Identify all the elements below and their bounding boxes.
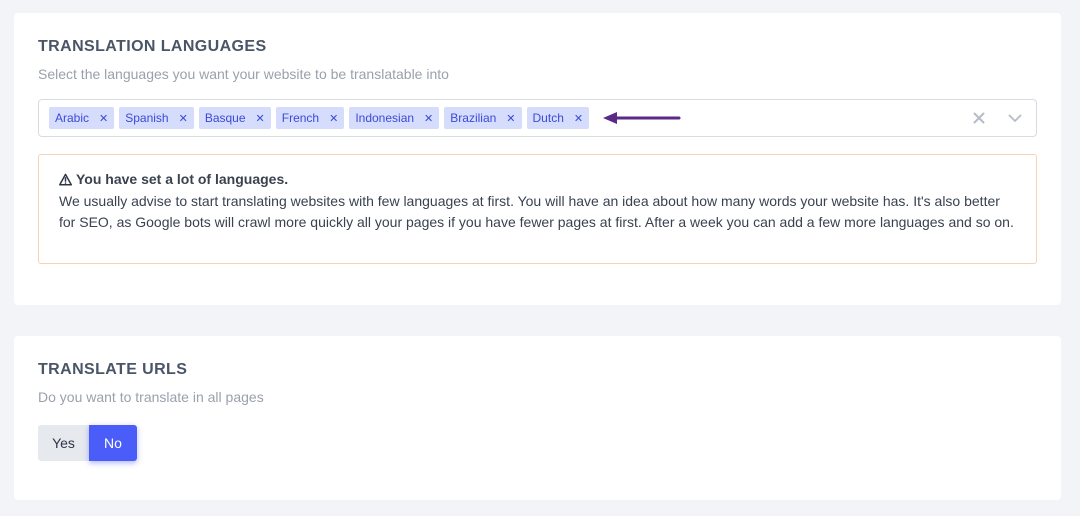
warning-icon bbox=[59, 173, 72, 186]
translate-urls-toggle: Yes No bbox=[38, 425, 138, 461]
remove-french-icon[interactable]: ✕ bbox=[329, 112, 338, 125]
select-controls bbox=[968, 100, 1026, 136]
language-tag-basque: Basque ✕ bbox=[198, 107, 271, 129]
language-tag-label: Indonesian bbox=[355, 111, 415, 125]
language-tag-arabic: Arabic ✕ bbox=[49, 107, 115, 129]
warning-title: You have set a lot of languages. bbox=[76, 171, 289, 187]
language-tag-brazilian: Brazilian ✕ bbox=[444, 107, 522, 129]
translate-urls-description: Do you want to translate in all pages bbox=[38, 389, 264, 405]
language-tag-indonesian: Indonesian ✕ bbox=[349, 107, 440, 129]
remove-indonesian-icon[interactable]: ✕ bbox=[424, 112, 433, 125]
translation-languages-title: TRANSLATION LANGUAGES bbox=[38, 38, 267, 55]
remove-dutch-icon[interactable]: ✕ bbox=[574, 112, 583, 125]
chevron-down-icon[interactable] bbox=[1004, 107, 1026, 129]
remove-basque-icon[interactable]: ✕ bbox=[256, 112, 265, 125]
selected-languages-list: Arabic ✕ Spanish ✕ Basque ✕ French ✕ Ind… bbox=[49, 107, 590, 129]
language-tag-french: French ✕ bbox=[275, 107, 345, 129]
clear-all-icon[interactable] bbox=[968, 107, 990, 129]
annotation-arrow-icon bbox=[603, 112, 681, 124]
translation-languages-description: Select the languages you want your websi… bbox=[38, 66, 449, 82]
remove-arabic-icon[interactable]: ✕ bbox=[99, 112, 108, 125]
language-tag-spanish: Spanish ✕ bbox=[119, 107, 194, 129]
language-tag-label: Basque bbox=[204, 111, 246, 125]
remove-brazilian-icon[interactable]: ✕ bbox=[506, 112, 515, 125]
language-tag-dutch: Dutch ✕ bbox=[526, 107, 590, 129]
language-tag-label: Arabic bbox=[55, 111, 90, 125]
warning-body: We usually advise to start translating w… bbox=[59, 192, 1014, 231]
translate-urls-title: TRANSLATE URLS bbox=[38, 361, 188, 378]
warning-title-row: You have set a lot of languages. bbox=[59, 169, 1016, 191]
language-tag-label: French bbox=[281, 111, 320, 125]
language-tag-label: Spanish bbox=[125, 111, 169, 125]
language-tag-label: Dutch bbox=[532, 111, 564, 125]
translate-urls-card: TRANSLATE URLS Do you want to translate … bbox=[14, 336, 1061, 500]
remove-spanish-icon[interactable]: ✕ bbox=[179, 112, 188, 125]
languages-multiselect[interactable]: Arabic ✕ Spanish ✕ Basque ✕ French ✕ Ind… bbox=[38, 99, 1037, 137]
translation-languages-card: TRANSLATION LANGUAGES Select the languag… bbox=[14, 13, 1061, 305]
too-many-languages-warning: You have set a lot of languages. We usua… bbox=[38, 154, 1037, 264]
language-tag-label: Brazilian bbox=[450, 111, 497, 125]
yes-button[interactable]: Yes bbox=[38, 425, 89, 461]
no-button[interactable]: No bbox=[89, 425, 137, 461]
